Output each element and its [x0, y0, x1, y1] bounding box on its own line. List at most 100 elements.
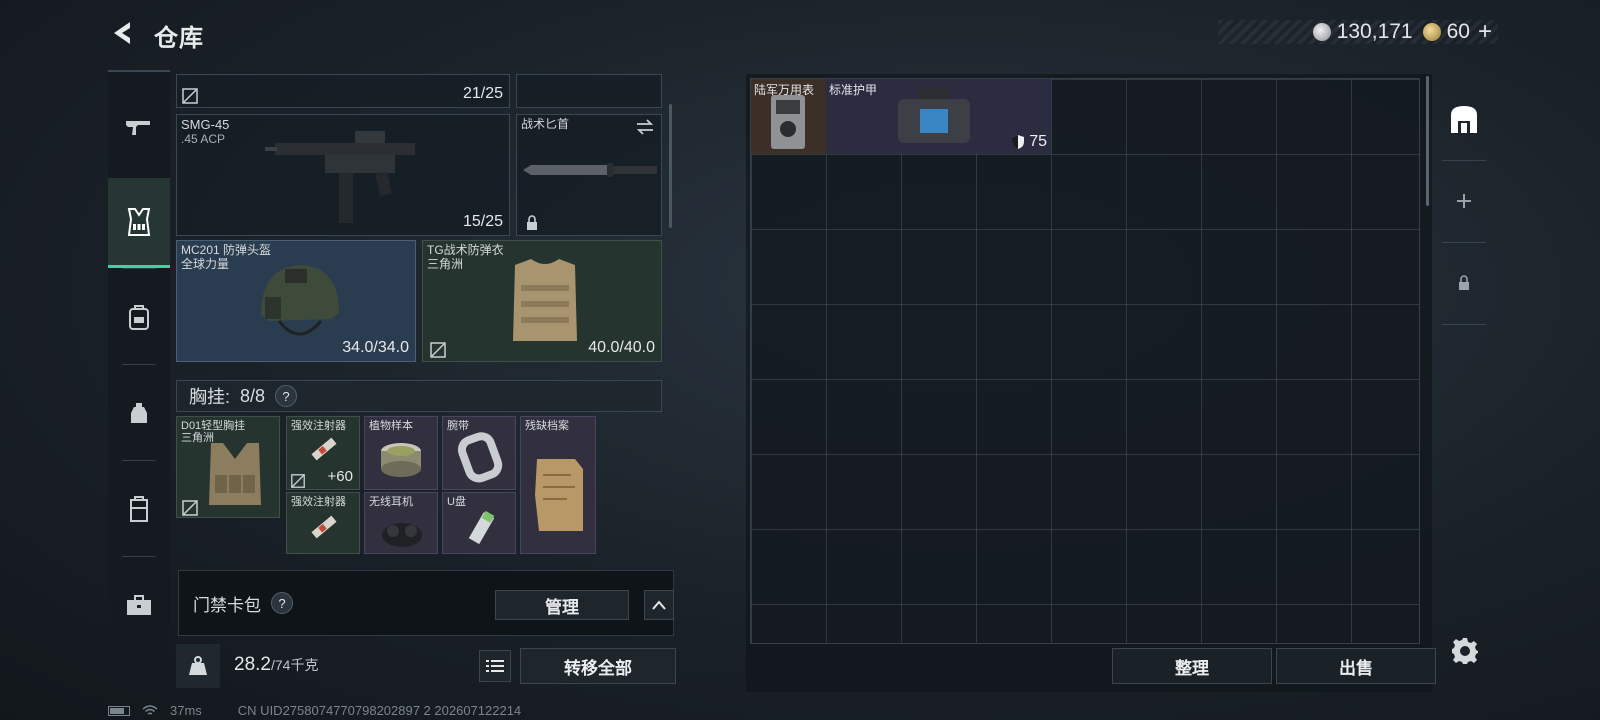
armor-slot[interactable]: TG战术防弹衣 三角洲 40.0/40.0: [422, 240, 662, 362]
locked-stash-tab[interactable]: [1436, 244, 1492, 322]
vest-item-injector[interactable]: 强效注射器 +60: [286, 416, 360, 490]
vest-item-plant-sample[interactable]: 植物样本: [364, 416, 438, 490]
weight-icon: [189, 656, 207, 675]
wristband-image-icon: [457, 432, 503, 483]
primary-weapon-slot[interactable]: SMG-45 .45 ACP 15/25: [176, 114, 510, 236]
smg-image-icon: [265, 131, 415, 223]
back-button[interactable]: [108, 18, 138, 48]
top-right-slot[interactable]: [516, 74, 662, 108]
add-stash-tab[interactable]: [1436, 162, 1492, 240]
melee-slot[interactable]: 战术匕首: [516, 114, 662, 236]
melee-name: 战术匕首: [521, 117, 570, 131]
carry-weight: 28.2/74千克: [234, 654, 318, 676]
add-currency-button[interactable]: +: [1478, 18, 1492, 46]
loadout-panel: 21/25 SMG-45 .45 ACP 15/25 战术匕首 MC201 防弹…: [176, 74, 676, 554]
collapse-button[interactable]: [644, 590, 674, 620]
swap-icon[interactable]: [635, 119, 655, 135]
category-case[interactable]: [108, 560, 170, 650]
current-weight: 28.2: [234, 654, 271, 675]
stash-grid[interactable]: 陆军万用表 标准护甲 75: [750, 78, 1420, 644]
currency-bar: 130,171 60 +: [1218, 18, 1498, 46]
sort-button[interactable]: 整理: [1112, 648, 1272, 684]
armor-durability: 40.0/40.0: [588, 339, 655, 356]
back-arrow-icon: [114, 22, 130, 44]
status-bar: 37ms CN UID2758074770798202897 2 2026071…: [108, 703, 521, 718]
armor-box-image-icon: [898, 87, 970, 143]
syringe-image-icon: [311, 437, 337, 461]
stash-item-standard-armor[interactable]: 标准护甲 75: [826, 79, 1051, 154]
list-icon: [486, 660, 504, 672]
category-weapons[interactable]: [108, 82, 170, 172]
gun-icon: [126, 121, 150, 135]
vest-item-wristband[interactable]: 腕带: [442, 416, 516, 490]
primary-weapon-durability: 15/25: [462, 213, 503, 230]
no-insure-icon: [182, 500, 198, 516]
gear-icon: [1452, 638, 1478, 664]
stash-scrollbar[interactable]: [1426, 76, 1429, 206]
vest-item-usb-drive[interactable]: U盘: [442, 492, 516, 554]
sell-button[interactable]: 出售: [1276, 648, 1436, 684]
keycard-bag-label: 门禁卡包: [193, 595, 261, 615]
stash-panel: 陆军万用表 标准护甲 75 整理 出售: [746, 74, 1436, 692]
primary-weapon-name: SMG-45: [181, 117, 230, 132]
settings-button[interactable]: [1450, 636, 1480, 666]
list-view-button[interactable]: [479, 650, 511, 682]
stash-item-multimeter[interactable]: 陆军万用表: [751, 79, 826, 154]
loadout-scrollbar[interactable]: [669, 104, 672, 228]
weight-row: 28.2/74千克 转移全部: [176, 644, 676, 688]
top-weapon-slot[interactable]: 21/25: [176, 74, 510, 108]
no-insure-icon: [430, 342, 446, 358]
lock-icon: [527, 215, 537, 230]
vest-icon: [127, 207, 151, 236]
transfer-all-button[interactable]: 转移全部: [520, 648, 676, 684]
uid: CN UID2758074770798202897 2 202607122214: [237, 703, 522, 718]
item-name: 强效注射器: [291, 496, 346, 508]
item-name: 无线耳机: [369, 496, 413, 508]
manage-button[interactable]: 管理: [495, 590, 629, 620]
body-armor-image-icon: [513, 259, 577, 341]
earbuds-image-icon: [382, 523, 422, 547]
gold-currency[interactable]: 60 +: [1422, 18, 1492, 46]
armor-faction: 三角洲: [427, 257, 464, 271]
category-gear[interactable]: [108, 178, 170, 268]
usb-drive-image-icon: [468, 510, 495, 545]
vest-item-earbuds[interactable]: 无线耳机: [364, 492, 438, 554]
weight-lock[interactable]: [176, 644, 220, 688]
item-name: 强效注射器: [291, 420, 346, 432]
warehouse-icon: [1451, 106, 1477, 133]
chest-rig-label: 胸挂:: [189, 387, 231, 407]
keycard-bag-row: 门禁卡包 ? 管理: [178, 570, 674, 636]
tab-divider: [1442, 160, 1486, 161]
wifi-icon: [142, 704, 158, 715]
knife-image-icon: [523, 163, 657, 177]
backpack-icon: [129, 305, 149, 330]
category-divider: [122, 268, 156, 269]
vest-item-damaged-file[interactable]: 残缺档案: [520, 416, 596, 554]
page-title: 仓库: [154, 25, 204, 52]
injector-heal-value: +60: [327, 468, 353, 485]
briefcase-icon: [127, 595, 151, 615]
item-name: 植物样本: [369, 420, 413, 432]
vest-item-injector-2[interactable]: 强效注射器: [286, 492, 360, 554]
category-pouch[interactable]: [108, 368, 170, 458]
item-name: 标准护甲: [829, 83, 878, 97]
stash-tab-main[interactable]: [1436, 80, 1492, 158]
chest-rig-help-button[interactable]: ?: [275, 385, 298, 407]
category-backpack[interactable]: [108, 272, 170, 362]
chest-rig-count: 8/8: [240, 385, 266, 406]
category-container[interactable]: [108, 464, 170, 554]
lock-icon: [1459, 275, 1469, 290]
damaged-file-image-icon: [535, 459, 583, 531]
chest-rig-slot[interactable]: D01轻型胸挂 三角洲: [176, 416, 280, 518]
helmet-slot[interactable]: MC201 防弹头盔 全球力量 34.0/34.0: [176, 240, 416, 362]
pouch-icon: [131, 403, 147, 423]
keycard-help-button[interactable]: ?: [271, 592, 293, 614]
gold-amount: 60: [1446, 20, 1470, 43]
category-divider: [122, 460, 156, 461]
helmet-durability: 34.0/34.0: [342, 339, 409, 356]
plus-icon: [1457, 194, 1471, 208]
syringe-image-icon: [311, 515, 337, 539]
category-sidebar: [108, 70, 170, 670]
armor-level: 75: [1029, 133, 1047, 150]
container-icon: [130, 496, 148, 522]
